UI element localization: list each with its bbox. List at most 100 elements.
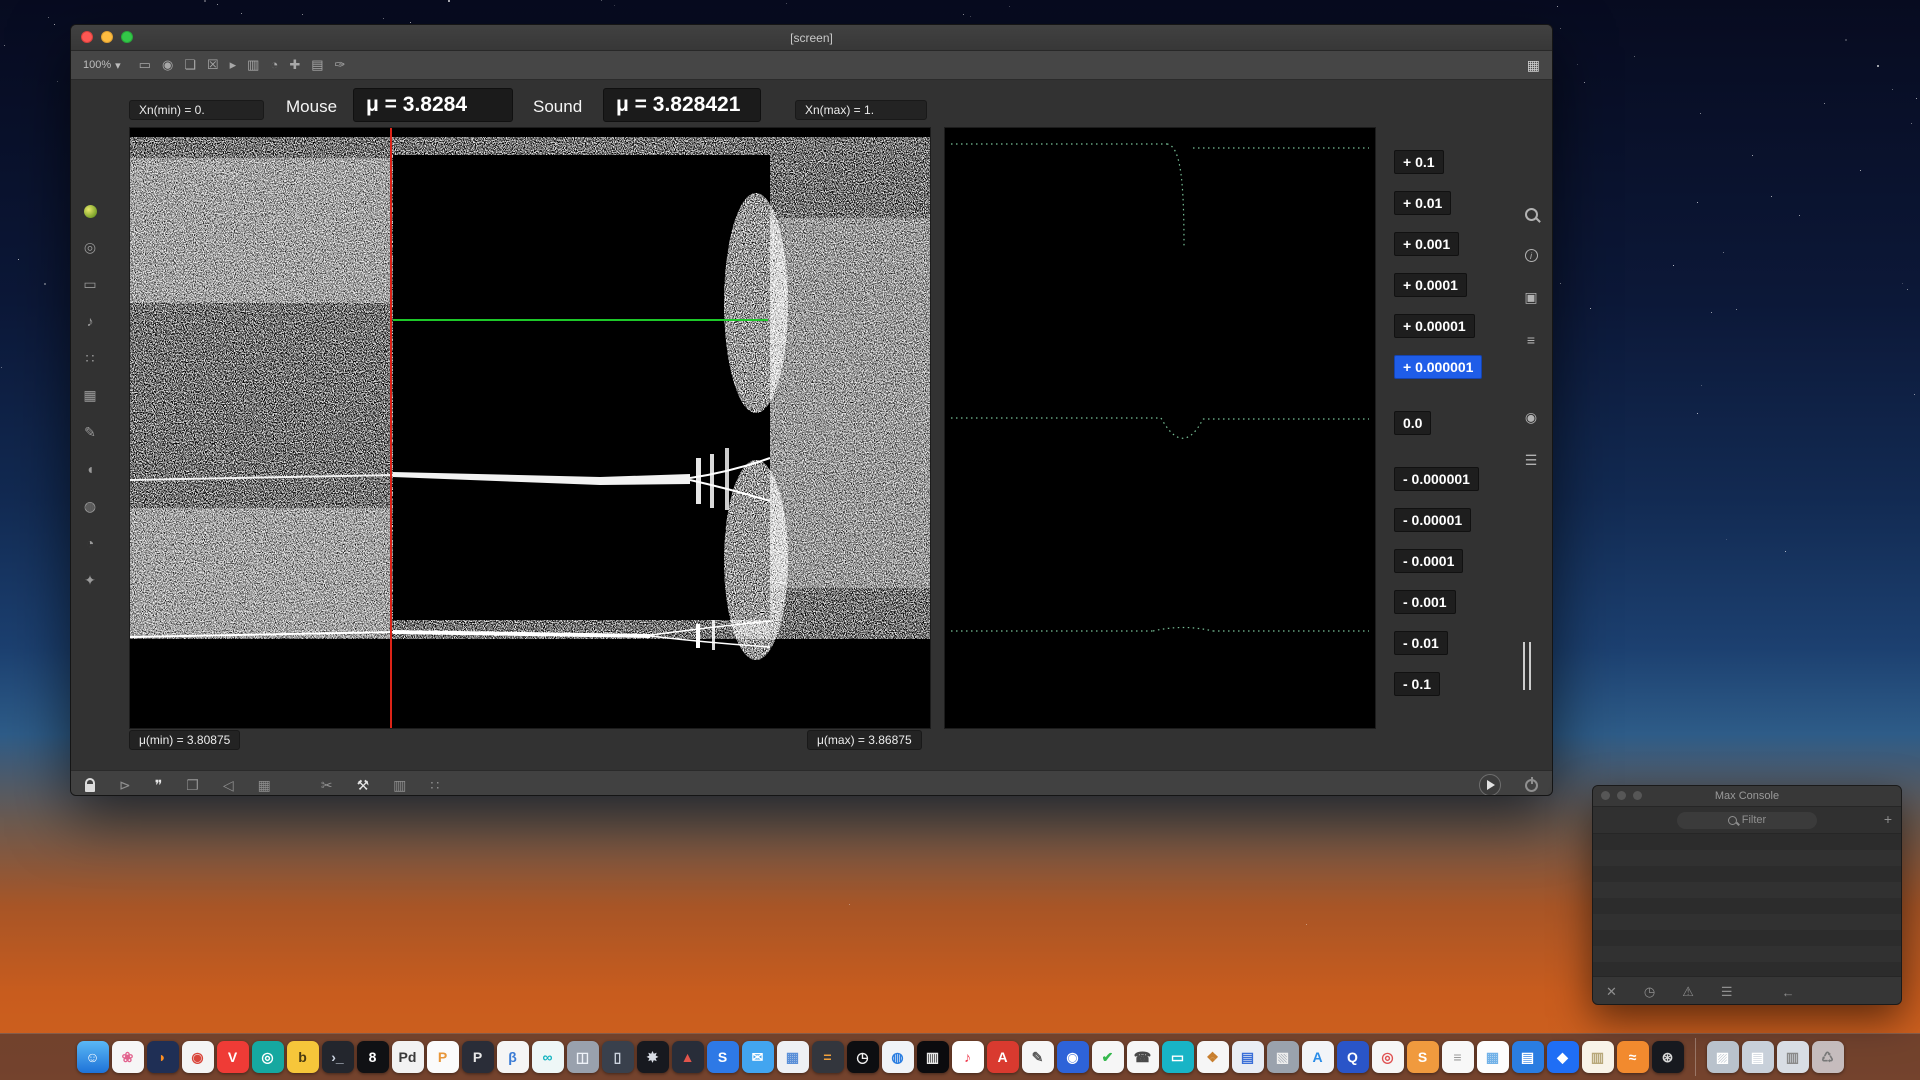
warning-icon[interactable]: ⚠ <box>1682 984 1694 1000</box>
power-icon[interactable] <box>1525 779 1538 792</box>
grid-toggle-icon[interactable]: ▦ <box>1527 57 1540 74</box>
increment-button[interactable]: + 0.00001 <box>1394 314 1475 338</box>
increment-button[interactable]: + 0.0001 <box>1394 273 1467 297</box>
dock-icon-processing[interactable]: P <box>462 1041 494 1073</box>
half-circle-icon[interactable]: ◖ <box>86 462 94 477</box>
mixer-icon[interactable]: ☰ <box>1525 453 1538 468</box>
increment-button[interactable]: 0.0 <box>1394 411 1431 435</box>
dock-icon-book[interactable]: ▤ <box>1512 1041 1544 1073</box>
list-icon[interactable]: ≡ <box>1527 333 1535 348</box>
add-button[interactable]: + <box>1884 811 1892 827</box>
increment-button[interactable]: - 0.00001 <box>1394 508 1471 532</box>
timer-icon[interactable]: ◔ <box>86 536 94 551</box>
info-icon[interactable]: i <box>1525 249 1538 262</box>
views-icon[interactable]: ▣ <box>1524 290 1537 305</box>
dock-icon-chrome[interactable]: ◉ <box>182 1041 214 1073</box>
console-minimize-button[interactable] <box>1617 791 1626 800</box>
minimize-button[interactable] <box>101 31 113 43</box>
paint-icon[interactable]: ✑ <box>335 58 346 72</box>
dock-icon-beta-app[interactable]: β <box>497 1041 529 1073</box>
dock-icon-skype[interactable]: S <box>707 1041 739 1073</box>
dock-icon-facetime[interactable]: ☎ <box>1127 1041 1159 1073</box>
dial-icon[interactable]: ◔ <box>270 58 278 72</box>
window-titlebar[interactable]: [screen] <box>71 25 1552 51</box>
increment-button[interactable]: + 0.1 <box>1394 150 1444 174</box>
dock-icon-wheel[interactable]: ⊛ <box>1652 1041 1684 1073</box>
toggle-icon[interactable]: ☒ <box>207 58 219 72</box>
dock-icon-gallery[interactable]: ▦ <box>1477 1041 1509 1073</box>
zoom-control[interactable]: 100% ▾ <box>83 59 121 72</box>
dock-icon-hotspot[interactable]: ≈ <box>1617 1041 1649 1073</box>
activity-icon[interactable] <box>84 205 97 218</box>
clear-icon[interactable]: ✕ <box>1606 984 1617 1000</box>
dock-icon-check-app[interactable]: ✔ <box>1092 1041 1124 1073</box>
grid-icon[interactable]: ▦ <box>258 778 271 792</box>
console-close-button[interactable] <box>1601 791 1610 800</box>
message-icon[interactable]: ❏ <box>184 58 196 72</box>
dock-icon-grid-app[interactable]: ▦ <box>777 1041 809 1073</box>
audio-icon[interactable]: ♪ <box>87 314 94 329</box>
dock-icon-blue-globe[interactable]: ◉ <box>1057 1041 1089 1073</box>
dock-icon-docs-folder[interactable]: ▤ <box>1742 1041 1774 1073</box>
increment-button[interactable]: + 0.000001 <box>1394 355 1482 379</box>
matrix-icon[interactable]: ∷ <box>86 351 95 366</box>
layers-icon[interactable]: ❐ <box>186 778 199 792</box>
dock-icon-stack[interactable]: ▥ <box>1777 1041 1809 1073</box>
increment-button[interactable]: - 0.0001 <box>1394 549 1463 573</box>
dock-icon-bee[interactable]: b <box>287 1041 319 1073</box>
dock-icon-aperture[interactable]: ✸ <box>637 1041 669 1073</box>
wrench-icon[interactable]: ⚒ <box>357 778 370 792</box>
star-icon[interactable]: ✦ <box>84 573 96 588</box>
patchcord-icon[interactable]: ✂ <box>321 778 333 792</box>
speaker-icon[interactable]: ◁ <box>223 778 234 792</box>
clock-icon[interactable]: ◷ <box>1644 984 1655 1000</box>
pen-icon[interactable]: ✎ <box>84 425 96 440</box>
dock-icon-orbit[interactable]: ◎ <box>1372 1041 1404 1073</box>
dock-icon-folder-app[interactable]: ▧ <box>1267 1041 1299 1073</box>
search-icon[interactable] <box>1525 208 1538 221</box>
close-button[interactable] <box>81 31 93 43</box>
console-filter-input[interactable]: Filter <box>1677 812 1817 829</box>
dock-icon-puredata[interactable]: Pd <box>392 1041 424 1073</box>
dock-icon-tv[interactable]: ▭ <box>1162 1041 1194 1073</box>
dock-icon-teal-app[interactable]: ◎ <box>252 1041 284 1073</box>
increment-button[interactable]: + 0.01 <box>1394 191 1451 215</box>
increment-button[interactable]: - 0.1 <box>1394 672 1440 696</box>
record-icon[interactable]: ◍ <box>84 499 96 514</box>
dock-icon-piano[interactable]: ▥ <box>917 1041 949 1073</box>
dock-icon-adobe[interactable]: A <box>987 1041 1019 1073</box>
dock-icon-rings[interactable]: ∞ <box>532 1041 564 1073</box>
play-button[interactable] <box>1479 774 1501 796</box>
console-titlebar[interactable]: Max Console <box>1593 786 1901 807</box>
console-list[interactable] <box>1593 834 1901 976</box>
object-strip-icon[interactable]: ▭ <box>83 277 96 292</box>
filter-list-icon[interactable]: ☰ <box>1721 984 1733 1000</box>
dock-icon-cube[interactable]: ◫ <box>567 1041 599 1073</box>
dock-icon-finder[interactable]: ☺ <box>77 1041 109 1073</box>
number-box-icon[interactable]: ▸ <box>230 58 237 72</box>
plus-icon[interactable]: ✚ <box>289 58 300 72</box>
comment-icon[interactable]: ❞ <box>155 778 163 792</box>
lock-icon[interactable] <box>85 784 95 792</box>
dock-icon-sketch[interactable]: ✎ <box>1022 1041 1054 1073</box>
dock-icon-quest[interactable]: Q <box>1337 1041 1369 1073</box>
dock-icon-device[interactable]: ▯ <box>602 1041 634 1073</box>
bifurcation-display[interactable] <box>129 127 931 729</box>
dock-icon-sheets[interactable]: ▥ <box>1582 1041 1614 1073</box>
pointer-icon[interactable]: ⊳ <box>119 778 131 792</box>
mouse-mu-numberbox[interactable]: μ = 3.8284 <box>353 88 513 122</box>
panel-icon[interactable]: ▤ <box>311 58 323 72</box>
picture-icon[interactable]: ▦ <box>83 388 96 403</box>
dock-icon-terminal[interactable]: ›_ <box>322 1041 354 1073</box>
dock-icon-mail[interactable]: ✉ <box>742 1041 774 1073</box>
sound-mu-numberbox[interactable]: μ = 3.828421 <box>603 88 761 122</box>
slider-icon[interactable]: ▥ <box>247 58 259 72</box>
dock-icon-calculator[interactable]: = <box>812 1041 844 1073</box>
dock-icon-vivaldi[interactable]: V <box>217 1041 249 1073</box>
dock-icon-notes[interactable]: ≡ <box>1442 1041 1474 1073</box>
back-icon[interactable]: ← <box>1782 985 1795 1000</box>
console-zoom-button[interactable] <box>1633 791 1642 800</box>
dock-icon-earth[interactable]: ◍ <box>882 1041 914 1073</box>
zoom-button[interactable] <box>121 31 133 43</box>
dock-icon-swift[interactable]: S <box>1407 1041 1439 1073</box>
